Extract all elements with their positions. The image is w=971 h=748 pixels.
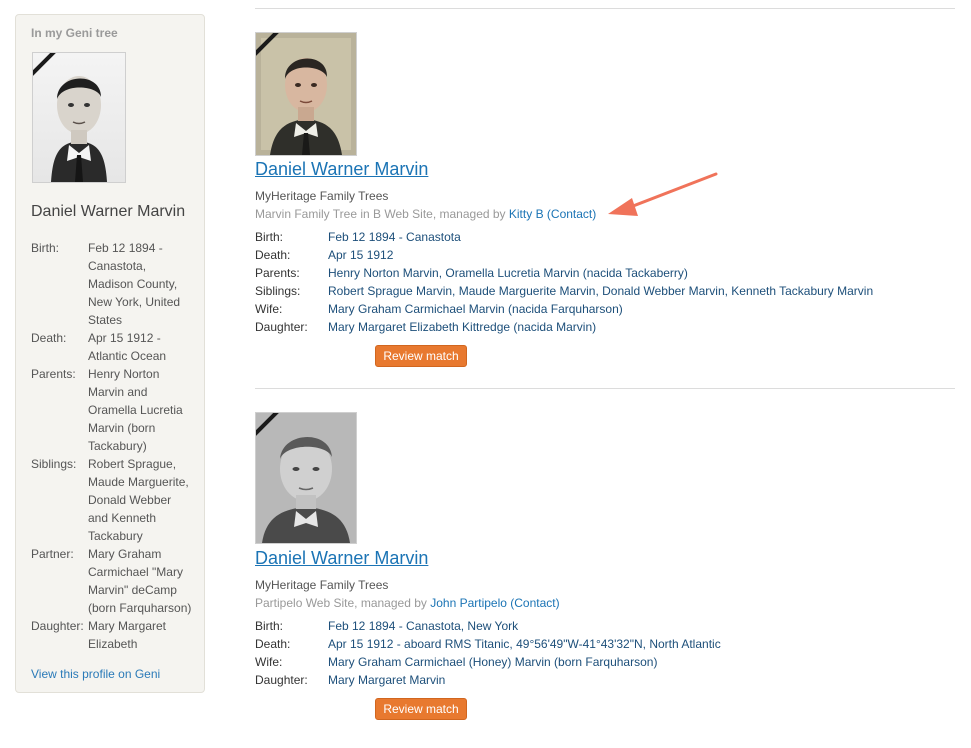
fact-death: Death: Apr 15 1912 - aboard RMS Titanic, … — [255, 637, 721, 651]
fact-wife: Wife: Mary Graham Carmichael (Honey) Marv… — [255, 655, 658, 669]
match-source: MyHeritage Family Trees — [255, 578, 389, 592]
match-site-info: Marvin Family Tree in B Web Site, manage… — [255, 207, 597, 221]
match-name-link[interactable]: Daniel Warner Marvin — [255, 548, 428, 569]
fact-wife: Wife: Mary Graham Carmichael Marvin (naci… — [255, 302, 623, 316]
match-name-link[interactable]: Daniel Warner Marvin — [255, 159, 428, 180]
manager-contact-link[interactable]: Kitty B (Contact) — [509, 207, 596, 221]
fact-birth: Birth: Feb 12 1894 - Canastota — [255, 230, 461, 244]
fact-birth: Birth: Feb 12 1894 - Canastota, New York — [255, 619, 519, 633]
match-facts: Birth: Feb 12 1894 - Canastota, New York … — [255, 617, 955, 689]
fact-siblings: Siblings: Robert Sprague, Maude Marguerit… — [31, 457, 189, 543]
match-source: MyHeritage Family Trees — [255, 189, 389, 203]
sidebar-profile-name: Daniel Warner Marvin — [31, 203, 186, 220]
review-match-button[interactable]: Review match — [375, 698, 467, 720]
match-photo — [255, 32, 357, 156]
match-facts: Birth: Feb 12 1894 - Canastota Death: Apr … — [255, 228, 955, 336]
fact-death: Death: Apr 15 1912 — [255, 248, 394, 262]
fact-daughter: Daughter: Mary Margaret Elizabeth Kittred… — [255, 320, 597, 334]
sidebar-facts: Birth: Feb 12 1894 - Canastota, Madison C… — [31, 239, 206, 653]
match-divider — [255, 388, 955, 389]
sidebar-title: In my Geni tree — [31, 26, 118, 40]
top-divider — [255, 8, 955, 9]
fact-death: Death: Apr 15 1912 - Atlantic Ocean — [31, 331, 167, 363]
fact-daughter: Daughter: Mary Margaret Marvin — [255, 673, 446, 687]
manager-contact-link[interactable]: John Partipelo (Contact) — [430, 596, 559, 610]
match-photo — [255, 412, 357, 544]
match-site-info: Partipelo Web Site, managed by John Part… — [255, 596, 560, 610]
sidebar-profile-photo — [32, 52, 126, 183]
fact-siblings: Siblings: Robert Sprague Marvin, Maude Ma… — [255, 284, 874, 298]
memorial-ribbon-icon — [256, 33, 279, 56]
memorial-ribbon-icon — [33, 53, 56, 76]
fact-parents: Parents: Henry Norton Marvin and Oramella… — [31, 367, 183, 453]
geni-profile-sidebar: In my Geni tree Daniel Warner Marvin Bir… — [15, 14, 205, 693]
fact-birth: Birth: Feb 12 1894 - Canastota, Madison C… — [31, 241, 181, 327]
view-geni-profile-link[interactable]: View this profile on Geni — [31, 667, 160, 681]
fact-parents: Parents: Henry Norton Marvin, Oramella Lu… — [255, 266, 688, 280]
fact-partner: Partner: Mary Graham Carmichael "Mary Mar… — [31, 547, 192, 615]
memorial-ribbon-icon — [256, 413, 279, 436]
annotation-arrow-icon — [608, 172, 718, 216]
fact-daughter: Daughter: Mary Margaret Elizabeth — [31, 619, 167, 651]
review-match-button[interactable]: Review match — [375, 345, 467, 367]
